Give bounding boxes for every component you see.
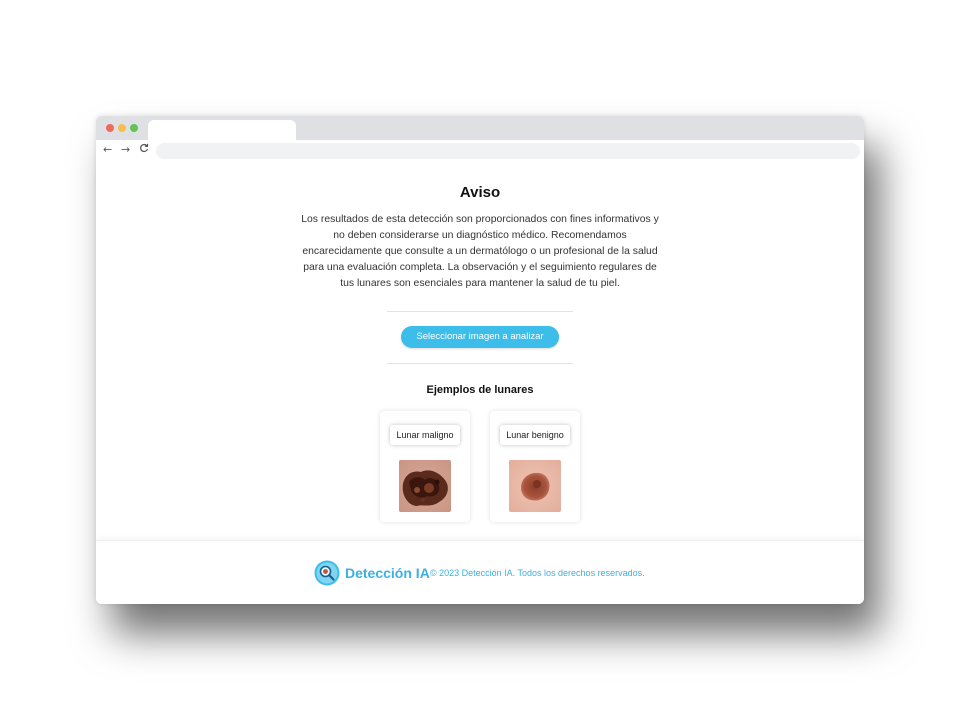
- active-tab[interactable]: [148, 120, 296, 140]
- example-card-malignant: Lunar maligno: [380, 411, 470, 522]
- tab-bar: [96, 116, 864, 140]
- close-window-dot[interactable]: [106, 124, 114, 132]
- examples-title: Ejemplos de lunares: [426, 384, 534, 396]
- browser-window: ← → Aviso Los resultados de esta detecci…: [96, 116, 864, 604]
- benign-mole-image: [509, 460, 561, 512]
- malignant-mole-label: Lunar maligno: [390, 425, 460, 445]
- navigation-bar: ← →: [96, 140, 864, 162]
- address-bar[interactable]: [156, 143, 860, 159]
- maximize-window-dot[interactable]: [130, 124, 138, 132]
- reload-icon[interactable]: [139, 143, 149, 158]
- forward-arrow-icon[interactable]: →: [121, 143, 130, 157]
- minimize-window-dot[interactable]: [118, 124, 126, 132]
- divider: [387, 311, 573, 312]
- notice-title: Aviso: [459, 184, 501, 201]
- select-image-button[interactable]: Seleccionar imagen a analizar: [401, 326, 559, 348]
- copyright-text: © 2023 Detección IA. Todos los derechos …: [430, 568, 645, 578]
- footer: Detección IA © 2023 Detección IA. Todos …: [96, 540, 864, 604]
- brand-name: Detección IA: [345, 565, 430, 581]
- page-content: Aviso Los resultados de esta detección s…: [96, 162, 864, 540]
- divider: [387, 363, 573, 364]
- example-card-benign: Lunar benigno: [490, 411, 580, 522]
- notice-text: Los resultados de esta detección son pro…: [301, 214, 659, 289]
- benign-mole-label: Lunar benigno: [500, 425, 570, 445]
- back-arrow-icon[interactable]: ←: [103, 143, 112, 157]
- magnifier-logo-icon: [314, 560, 340, 586]
- malignant-mole-image: [399, 460, 451, 512]
